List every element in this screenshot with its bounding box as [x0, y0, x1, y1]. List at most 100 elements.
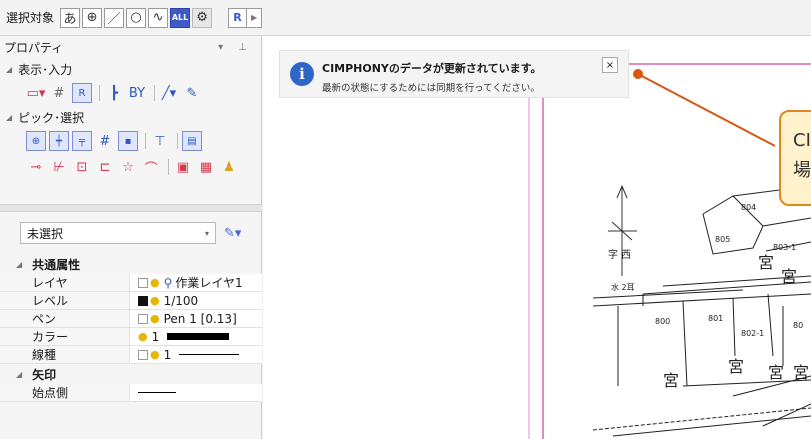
building-mark: 宮	[663, 371, 679, 390]
pick-figure-icon[interactable]: ♟	[219, 157, 239, 177]
parcel-label: 水 2耳	[611, 282, 635, 292]
parcel-label: 字 西	[608, 248, 631, 261]
pick-box-icon[interactable]: ⊡	[72, 157, 92, 177]
snap-icon[interactable]: ┣	[104, 83, 124, 103]
bulb-icon: ●	[150, 294, 160, 307]
pick-angle-icon[interactable]: ⊬	[49, 157, 69, 177]
parcel-label: 800	[655, 317, 670, 326]
pick-arc-icon[interactable]: ⌒	[141, 157, 161, 177]
bulb-icon: ●	[138, 330, 148, 343]
pick-point-icon[interactable]: ⊕	[26, 131, 46, 151]
pick-cross-icon[interactable]: ┿	[49, 131, 69, 151]
property-grid: ◢ 共通属性 レイヤ ● ⚲ 作業レイヤ1 レベル ● 1/100 ペン ● Pen 1…	[0, 254, 262, 402]
prop-row-color[interactable]: カラー ● 1	[0, 328, 262, 346]
point-select-icon[interactable]: ⊕	[82, 7, 103, 28]
pick-line-icon[interactable]: ⊸	[26, 157, 46, 177]
prop-value: 1	[163, 347, 172, 362]
group-display-input[interactable]: ◢ 表示･入力	[0, 58, 261, 80]
property-panel: プロパティ ▾ ⊥ ◢ 表示･入力 ▭▾ # R ┣ BY ╱▾ ✎ ◢ ピック…	[0, 36, 262, 439]
collapse-icon[interactable]: ◢	[6, 113, 12, 122]
pick-table-icon[interactable]: ▤	[182, 131, 202, 151]
r-mode-icon[interactable]: R	[72, 83, 92, 103]
line-style-icon[interactable]: ╱▾	[159, 83, 179, 103]
pick-block-icon[interactable]: ▪	[118, 131, 138, 151]
chevron-right-icon: ▶	[250, 13, 258, 22]
prop-row-layer[interactable]: レイヤ ● ⚲ 作業レイヤ1	[0, 274, 262, 292]
parcel-label: 803-1	[773, 243, 796, 252]
r-toggle-button[interactable]: R ▶	[228, 7, 263, 28]
info-icon: i	[290, 62, 314, 86]
building-mark: 宮	[728, 357, 744, 376]
parcel-label: 802-1	[741, 329, 764, 338]
pick-tee-icon[interactable]: ╤	[72, 131, 92, 151]
collapse-icon[interactable]: ◢	[16, 260, 22, 269]
building-mark: 宮	[781, 267, 797, 286]
building-mark: 宮	[758, 253, 774, 272]
selection-dropdown[interactable]: 未選択 ▾	[20, 222, 216, 244]
pick-corner-icon[interactable]: ⊏	[95, 157, 115, 177]
checkbox[interactable]	[138, 313, 148, 324]
annotation-callout: CI 場	[779, 110, 811, 206]
gear-icon[interactable]: ⚙	[192, 7, 213, 28]
callout-text: CI	[793, 130, 811, 151]
close-icon[interactable]: ×	[602, 57, 618, 73]
pick-grid-icon[interactable]: #	[95, 131, 115, 151]
circle-select-icon[interactable]: ○	[126, 7, 147, 28]
notification-title: CIMPHONYのデータが更新されています。	[322, 62, 542, 75]
pick-star-icon[interactable]: ☆	[118, 157, 138, 177]
prop-name: 線種	[0, 346, 130, 363]
select-all-icon[interactable]: ALL	[170, 7, 191, 28]
prop-name: カラー	[0, 328, 130, 345]
building-marks: 宮 宮 宮 宮 宮 宮	[663, 253, 809, 390]
pen-icon[interactable]: ✎	[182, 83, 202, 103]
parcel-label: 80	[793, 321, 803, 330]
notification-message: 最新の状態にするためには同期を行ってください。	[322, 83, 540, 94]
prop-value: 1	[151, 329, 160, 344]
collapse-icon[interactable]: ◢	[6, 65, 12, 74]
line-select-icon[interactable]: ／	[104, 7, 125, 28]
grid-icon[interactable]: #	[49, 83, 69, 103]
group-pick-select[interactable]: ◢ ピック･選択	[0, 106, 261, 128]
filter-icon[interactable]: ✎▾	[224, 226, 241, 241]
north-arrow-icon	[608, 184, 637, 276]
collapse-icon[interactable]: ◢	[16, 370, 22, 379]
drawing-canvas[interactable]: 宮 宮 宮 宮 宮 宮 804 805 803-1 字 西 水 2耳 800 8…	[263, 36, 811, 439]
arrow-sample	[138, 392, 176, 393]
prop-value: 1/100	[163, 293, 199, 308]
checkbox[interactable]	[138, 349, 148, 360]
selection-value: 未選択	[27, 226, 64, 241]
group-label: 表示･入力	[18, 62, 73, 77]
pin-icon[interactable]: ▾ ⊥	[218, 42, 253, 53]
linetype-sample	[179, 354, 240, 355]
parcel-label: 805	[715, 235, 730, 244]
curve-select-icon[interactable]: ∿	[148, 7, 169, 28]
prop-name: レイヤ	[0, 274, 130, 291]
search-icon: ⚲	[163, 275, 173, 290]
bulb-icon: ●	[150, 312, 160, 325]
checkbox[interactable]	[138, 295, 148, 306]
panel-splitter[interactable]	[0, 204, 262, 212]
parcel-lines	[592, 185, 811, 437]
parcel-label: 801	[708, 314, 723, 323]
selection-toolbar: 選択対象 あ ⊕ ／ ○ ∿ ALL ⚙ R ▶	[0, 0, 811, 36]
frame-icon[interactable]: ▭▾	[26, 83, 46, 103]
pick-area-icon[interactable]: ▦	[196, 157, 216, 177]
prop-value: Pen 1 [0.13]	[163, 311, 237, 326]
category-arrow[interactable]: ◢ 矢印	[0, 364, 262, 384]
callout-text: 場	[793, 160, 811, 181]
update-notification: i CIMPHONYのデータが更新されています。 最新の状態にするためには同期を…	[279, 50, 629, 98]
category-common[interactable]: ◢ 共通属性	[0, 254, 262, 274]
prop-row-linetype[interactable]: 線種 ● 1	[0, 346, 262, 364]
text-select-icon[interactable]: あ	[60, 7, 81, 28]
prop-name: レベル	[0, 292, 130, 309]
prop-row-level[interactable]: レベル ● 1/100	[0, 292, 262, 310]
pick-frame-icon[interactable]: ▣	[173, 157, 193, 177]
bulb-icon: ●	[150, 276, 160, 289]
prop-row-start[interactable]: 始点側	[0, 384, 262, 402]
prop-row-pen[interactable]: ペン ● Pen 1 [0.13]	[0, 310, 262, 328]
checkbox[interactable]	[138, 277, 148, 288]
color-swatch	[167, 333, 230, 340]
pick-top-icon[interactable]: ⊤	[150, 131, 170, 151]
by-layer-icon[interactable]: BY	[127, 83, 147, 103]
prop-name: ペン	[0, 310, 130, 327]
